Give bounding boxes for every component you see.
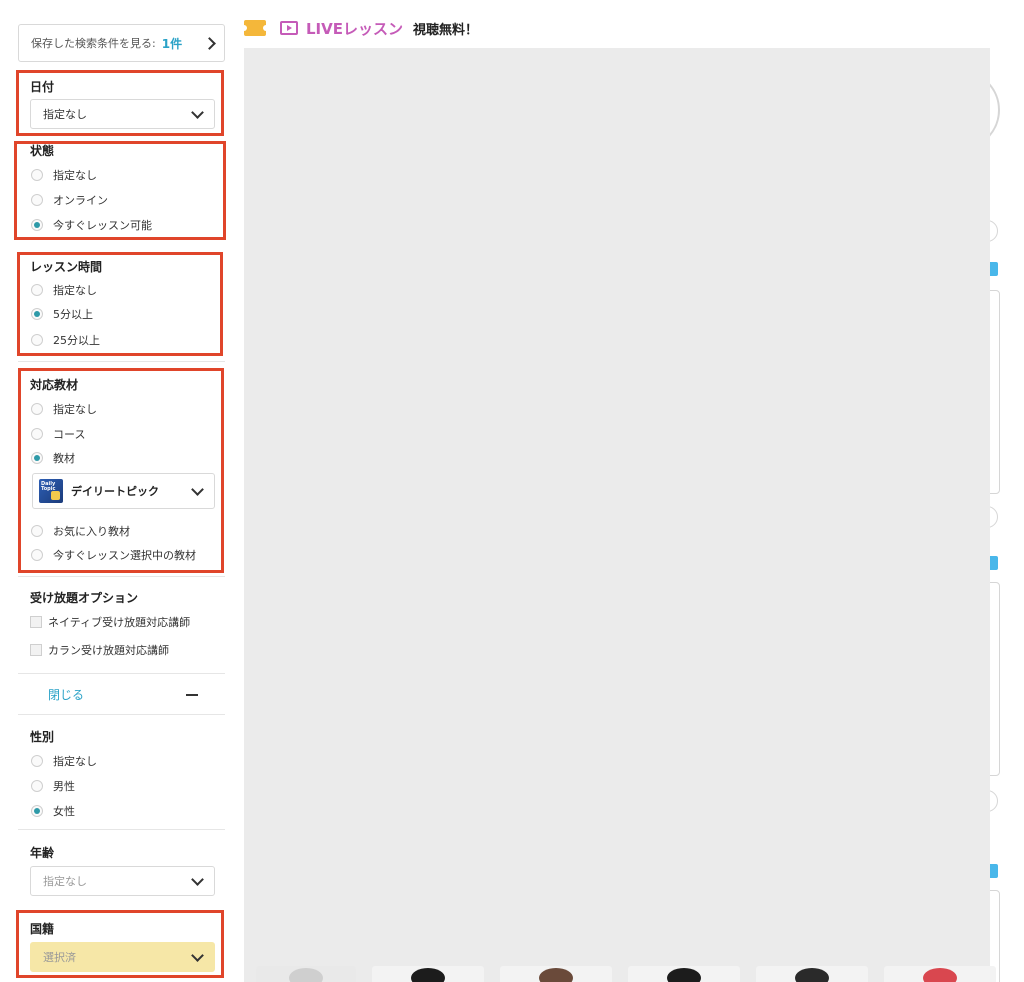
badge-icon: [990, 556, 998, 570]
radio-icon[interactable]: [31, 780, 43, 792]
radio-icon[interactable]: [31, 755, 43, 767]
favorite-icon[interactable]: [990, 506, 998, 528]
checkbox-icon[interactable]: [30, 644, 42, 656]
teacher-photo[interactable]: [628, 966, 740, 982]
material-option-course[interactable]: コース: [31, 426, 85, 442]
nationality-select-value: 選択済: [43, 951, 76, 964]
right-content-edge: [990, 48, 1024, 982]
teacher-photo[interactable]: [756, 966, 868, 982]
date-select[interactable]: 指定なし: [30, 99, 215, 129]
lesson-time-option-none[interactable]: 指定なし: [31, 282, 97, 298]
radio-icon[interactable]: [31, 403, 43, 415]
material-option-textbook[interactable]: 教材: [31, 450, 75, 466]
divider: [18, 576, 225, 577]
unlimited-option-native[interactable]: ネイティブ受け放題対応講師: [30, 614, 190, 630]
radio-icon[interactable]: [31, 284, 43, 296]
material-select[interactable]: Daily Topic デイリートピック: [32, 473, 215, 509]
status-option-none[interactable]: 指定なし: [31, 167, 97, 183]
live-lesson-banner[interactable]: LIVEレッスン 視聴無料！: [241, 16, 479, 40]
gender-option-female[interactable]: 女性: [31, 803, 75, 819]
video-play-icon: [280, 21, 298, 35]
checkbox-icon[interactable]: [30, 616, 42, 628]
age-select[interactable]: 指定なし: [30, 866, 215, 896]
live-lesson-label: LIVEレッスン: [306, 19, 403, 38]
material-option-none[interactable]: 指定なし: [31, 401, 97, 417]
teacher-card[interactable]: [990, 582, 1000, 776]
chevron-down-icon: [191, 105, 204, 119]
divider: [18, 829, 225, 830]
lesson-time-option-5min[interactable]: 5分以上: [31, 306, 93, 322]
radio-selected-icon[interactable]: [31, 219, 43, 231]
radio-icon[interactable]: [31, 334, 43, 346]
favorite-icon[interactable]: [990, 220, 998, 242]
radio-selected-icon[interactable]: [31, 452, 43, 464]
status-option-available-now[interactable]: 今すぐレッスン可能: [31, 217, 152, 233]
age-title: 年齢: [30, 846, 55, 860]
radio-icon[interactable]: [31, 549, 43, 561]
material-select-value: デイリートピック: [71, 485, 159, 498]
chevron-down-icon: [191, 482, 204, 496]
unlimited-title: 受け放題オプション: [30, 591, 139, 605]
material-option-favorite[interactable]: お気に入り教材: [31, 523, 130, 539]
chevron-down-icon: [191, 872, 204, 886]
divider: [18, 714, 225, 715]
gender-option-male[interactable]: 男性: [31, 778, 75, 794]
loading-overlay: [244, 48, 990, 982]
chevron-down-icon: [191, 948, 204, 962]
radio-icon[interactable]: [31, 428, 43, 440]
favorite-icon[interactable]: [990, 790, 998, 812]
teacher-photo-row: [244, 966, 1024, 982]
close-label: 閉じる: [48, 688, 85, 702]
teacher-photo[interactable]: [500, 966, 612, 982]
unlimited-option-callan[interactable]: カラン受け放題対応講師: [30, 642, 169, 658]
gender-option-none[interactable]: 指定なし: [31, 753, 97, 769]
badge-icon: [990, 864, 998, 878]
close-more-filters-button[interactable]: 閉じる: [48, 686, 198, 703]
teacher-card[interactable]: [990, 290, 1000, 494]
nationality-select[interactable]: 選択済: [30, 942, 215, 972]
highlight-material: [18, 368, 224, 573]
radio-icon[interactable]: [31, 194, 43, 206]
teacher-photo[interactable]: [256, 966, 356, 982]
radio-selected-icon[interactable]: [31, 308, 43, 320]
avatar-ring: [990, 70, 1000, 150]
free-viewing-label: 視聴無料！: [413, 22, 479, 38]
badge-icon: [990, 262, 998, 276]
status-title: 状態: [30, 144, 55, 158]
teacher-photo[interactable]: [372, 966, 484, 982]
date-title: 日付: [30, 80, 55, 94]
radio-selected-icon[interactable]: [31, 805, 43, 817]
divider: [18, 673, 225, 674]
teacher-photo[interactable]: [884, 966, 996, 982]
saved-search-label: 保存した検索条件を見る:: [31, 37, 156, 50]
saved-search-count: 1件: [161, 36, 183, 51]
material-option-now-selected[interactable]: 今すぐレッスン選択中の教材: [31, 547, 196, 563]
lesson-time-title: レッスン時間: [30, 260, 103, 274]
filter-sidebar: 保存した検索条件を見る: 1件 日付 指定なし 状態 指定なし オンライン 今す…: [0, 0, 240, 982]
radio-icon[interactable]: [31, 525, 43, 537]
material-title: 対応教材: [30, 378, 79, 392]
age-select-value: 指定なし: [43, 875, 87, 888]
date-select-value: 指定なし: [43, 108, 87, 121]
gender-title: 性別: [30, 730, 55, 744]
saved-search-button[interactable]: 保存した検索条件を見る: 1件: [18, 24, 225, 62]
divider: [18, 361, 225, 362]
minus-icon: [186, 693, 198, 696]
nationality-title: 国籍: [30, 922, 55, 936]
daily-topic-thumbnail: Daily Topic: [39, 479, 63, 503]
ticket-icon: [241, 20, 269, 36]
chevron-right-icon: [203, 36, 216, 50]
radio-icon[interactable]: [31, 169, 43, 181]
status-option-online[interactable]: オンライン: [31, 192, 108, 208]
lesson-time-option-25min[interactable]: 25分以上: [31, 332, 100, 348]
